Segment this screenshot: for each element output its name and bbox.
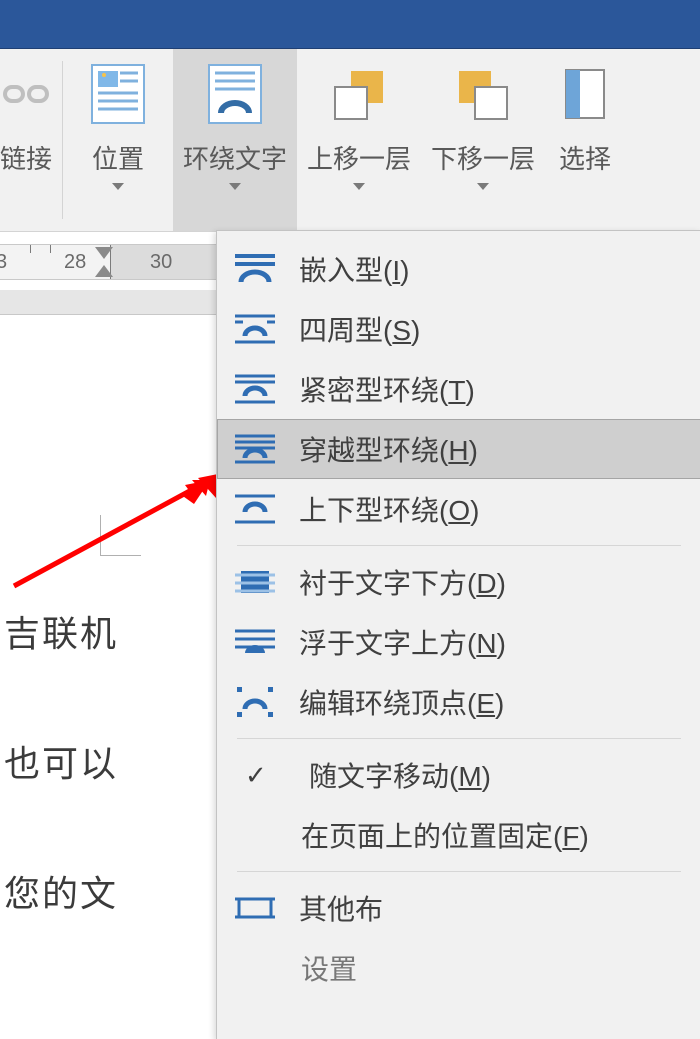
menu-item-other[interactable]: 其他布	[217, 878, 700, 938]
menu-item-topbottom[interactable]: 上下型环绕(O)	[217, 479, 700, 539]
position-icon	[90, 63, 146, 125]
menu-item-set[interactable]: 设置	[217, 938, 700, 998]
menu-item-fixposition[interactable]: 在页面上的位置固定(F)	[217, 805, 700, 865]
dropdown-caret-icon	[353, 183, 365, 190]
menu-item-label: 在页面上的位置固定(F)	[301, 815, 589, 855]
menu-item-editpoints[interactable]: 编辑环绕顶点(E)	[217, 672, 700, 732]
ribbon-wraptext-button[interactable]: 环绕文字	[173, 49, 297, 231]
menu-item-label: 随文字移动(M)	[309, 755, 491, 795]
send-backward-icon	[451, 65, 515, 123]
margin-crop-mark	[100, 515, 141, 556]
ruler-tick-28: 28	[64, 251, 86, 274]
selection-pane-icon	[562, 66, 608, 122]
wrap-front-icon	[235, 625, 275, 659]
wrap-square-icon	[235, 312, 275, 346]
wrap-tight-icon	[235, 372, 275, 406]
link-icon	[3, 79, 49, 109]
ruler-tick-partial: 3	[0, 251, 7, 274]
ribbon-position-label: 位置	[92, 143, 144, 175]
menu-item-label: 穿越型环绕(H)	[299, 429, 478, 469]
ribbon-position-button[interactable]: 位置	[63, 49, 173, 231]
menu-item-label: 浮于文字上方(N)	[299, 622, 506, 662]
wrap-topbottom-icon	[235, 492, 275, 526]
ribbon-bringforward-label: 上移一层	[307, 143, 411, 175]
wrap-inline-icon	[235, 252, 275, 286]
menu-item-inline[interactable]: 嵌入型(I)	[217, 239, 700, 299]
checkmark-icon: ✓	[235, 760, 309, 791]
edit-wrap-points-icon	[235, 685, 275, 719]
indent-marker-icon[interactable]	[95, 265, 113, 277]
menu-item-label: 设置	[301, 948, 357, 988]
body-text-line: 您的文	[4, 865, 118, 917]
first-line-indent-marker-icon[interactable]	[95, 247, 113, 259]
menu-item-through[interactable]: 穿越型环绕(H)	[217, 419, 700, 479]
ribbon-link-label: 链接	[0, 143, 52, 175]
wraptext-dropdown-menu: 嵌入型(I) 四周型(S)	[216, 230, 700, 1039]
ribbon-wraptext-label: 环绕文字	[183, 143, 287, 175]
menu-separator	[237, 545, 681, 546]
dropdown-caret-icon	[229, 183, 241, 190]
menu-item-movewithtext[interactable]: ✓ 随文字移动(M)	[217, 745, 700, 805]
ribbon-bringforward-button[interactable]: 上移一层	[297, 49, 421, 231]
menu-separator	[237, 738, 681, 739]
ribbon-select-button[interactable]: 选择	[545, 49, 615, 231]
wrap-through-icon	[235, 432, 275, 466]
menu-item-label: 四周型(S)	[299, 309, 420, 349]
menu-item-label: 衬于文字下方(D)	[299, 562, 506, 602]
menu-item-label: 紧密型环绕(T)	[299, 369, 475, 409]
bring-forward-icon	[327, 65, 391, 123]
menu-item-label: 其他布	[299, 888, 383, 928]
ribbon-sendbackward-button[interactable]: 下移一层	[421, 49, 545, 231]
more-layout-icon	[235, 891, 275, 925]
menu-item-label: 嵌入型(I)	[299, 249, 409, 289]
menu-item-front[interactable]: 浮于文字上方(N)	[217, 612, 700, 672]
dropdown-caret-icon	[477, 183, 489, 190]
menu-item-label: 编辑环绕顶点(E)	[299, 682, 504, 722]
ruler-tick-30: 30	[150, 251, 172, 274]
dropdown-caret-icon	[112, 183, 124, 190]
menu-separator	[237, 871, 681, 872]
ribbon: 链接 位置	[0, 49, 700, 232]
ribbon-link-button[interactable]: 链接	[0, 49, 62, 231]
body-text-line: 也可以	[4, 735, 118, 787]
menu-item-label: 上下型环绕(O)	[299, 489, 479, 529]
ribbon-select-label: 选择	[559, 143, 611, 175]
menu-item-tight[interactable]: 紧密型环绕(T)	[217, 359, 700, 419]
menu-item-behind[interactable]: 衬于文字下方(D)	[217, 552, 700, 612]
wrap-behind-icon	[235, 565, 275, 599]
menu-item-square[interactable]: 四周型(S)	[217, 299, 700, 359]
window-titlebar	[0, 0, 700, 49]
body-text-line: 吉联机	[4, 605, 118, 657]
wraptext-icon	[207, 63, 263, 125]
ribbon-sendbackward-label: 下移一层	[431, 143, 535, 175]
